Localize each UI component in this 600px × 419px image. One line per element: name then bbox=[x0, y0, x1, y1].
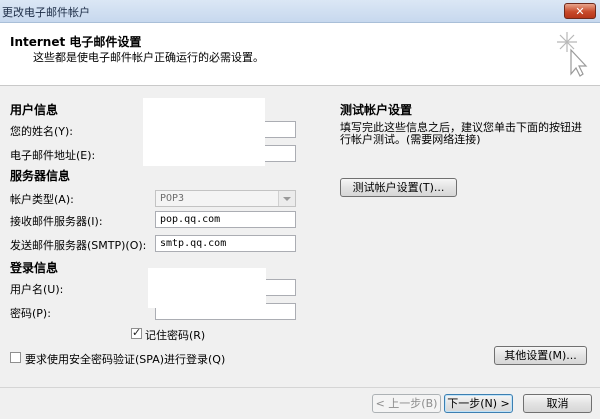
account-type-value: POP3 bbox=[160, 193, 185, 204]
logon-info-heading: 登录信息 bbox=[10, 261, 59, 275]
test-settings-description: 填写完此这些信息之后，建议您单击下面的按钮进行帐户测试。(需要网络连接) bbox=[340, 121, 582, 146]
back-button[interactable]: < 上一步(B) bbox=[372, 394, 441, 413]
name-label: 您的姓名(Y): bbox=[10, 125, 74, 138]
account-type-label: 帐户类型(A): bbox=[10, 193, 74, 206]
footer-divider bbox=[0, 387, 600, 388]
test-account-button[interactable]: 测试帐户设置(T)... bbox=[340, 178, 457, 197]
account-type-select[interactable]: POP3 bbox=[155, 190, 296, 207]
header-title: Internet 电子邮件设置 bbox=[10, 35, 142, 49]
chevron-down-icon bbox=[278, 191, 295, 206]
password-label: 密码(P): bbox=[10, 307, 51, 320]
window-title: 更改电子邮件帐户 bbox=[2, 6, 90, 19]
spa-checkbox[interactable] bbox=[10, 352, 21, 363]
close-button[interactable]: ✕ bbox=[564, 3, 596, 19]
redaction-block bbox=[143, 98, 265, 166]
incoming-server-field[interactable]: pop.qq.com bbox=[155, 211, 296, 228]
incoming-server-label: 接收邮件服务器(I): bbox=[10, 215, 103, 228]
test-settings-heading: 测试帐户设置 bbox=[340, 103, 413, 117]
title-bar bbox=[0, 0, 600, 23]
more-settings-button[interactable]: 其他设置(M)... bbox=[494, 346, 587, 365]
outgoing-server-label: 发送邮件服务器(SMTP)(O): bbox=[10, 239, 147, 252]
header-subtitle: 这些都是使电子邮件帐户正确运行的必需设置。 bbox=[33, 51, 264, 64]
redaction-block-2 bbox=[148, 268, 266, 308]
user-info-heading: 用户信息 bbox=[10, 103, 59, 117]
next-button[interactable]: 下一步(N) > bbox=[444, 394, 513, 413]
remember-password-checkbox[interactable] bbox=[131, 326, 142, 339]
spa-label: 要求使用安全密码验证(SPA)进行登录(Q) bbox=[25, 353, 226, 366]
cancel-button[interactable]: 取消 bbox=[523, 394, 592, 413]
remember-password-label: 记住密码(R) bbox=[145, 329, 206, 342]
outgoing-server-field[interactable]: smtp.qq.com bbox=[155, 235, 296, 252]
cursor-sparkle-icon bbox=[557, 32, 588, 77]
email-label: 电子邮件地址(E): bbox=[10, 149, 96, 162]
username-label: 用户名(U): bbox=[10, 283, 64, 296]
server-info-heading: 服务器信息 bbox=[10, 169, 71, 183]
